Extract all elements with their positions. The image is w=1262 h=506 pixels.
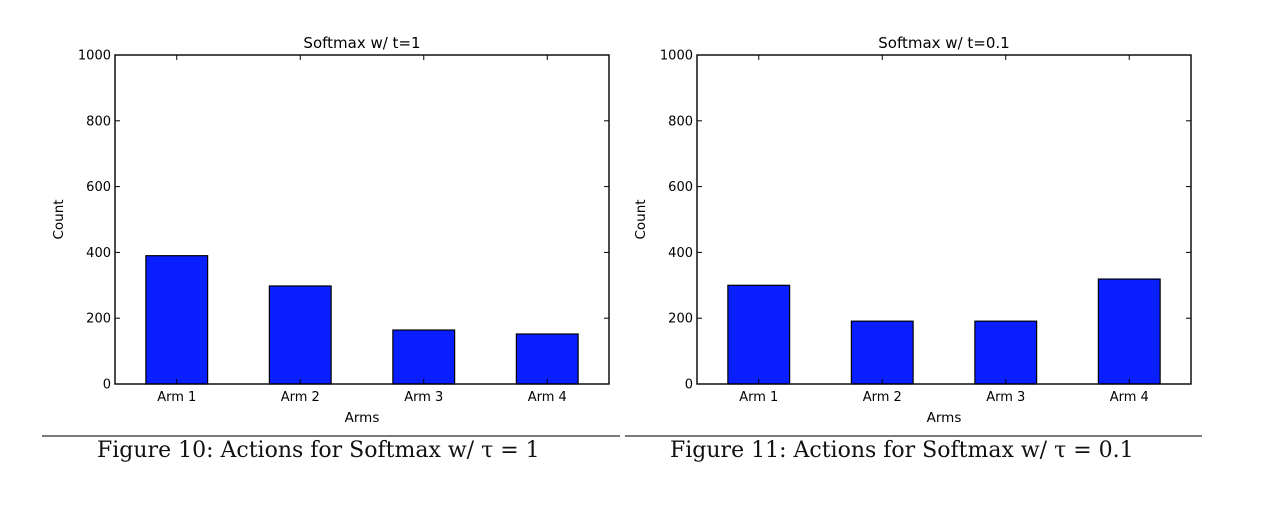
y-tick-label: 400	[86, 246, 111, 261]
bar-arm-2	[268, 285, 332, 385]
bar-arm-3	[974, 320, 1038, 385]
chart-panel-1: 0 200 400 600 800 1000 Arm 1 Arm 2 Arm 3 Arm 4 Sof…	[51, 34, 610, 426]
x-tick-label: Arm 4	[1110, 390, 1149, 405]
y-tick-label: 800	[668, 114, 693, 129]
bar-arm-4	[515, 333, 579, 385]
y-tick-label: 600	[668, 180, 693, 195]
y-tick-label: 1000	[660, 49, 693, 64]
bar-arm-1	[727, 284, 791, 385]
bar-arm-2	[850, 320, 914, 385]
y-tick-label: 1000	[78, 49, 111, 64]
y-tick-label: 400	[668, 246, 693, 261]
x-tick-label: Arm 2	[281, 390, 320, 405]
y-tick-label: 0	[685, 378, 693, 393]
x-tick-label: Arm 1	[157, 390, 196, 405]
x-tick-label: Arm 1	[739, 390, 778, 405]
x-tick-label: Arm 3	[986, 390, 1025, 405]
x-tick-label: Arm 2	[863, 390, 902, 405]
y-tick-label: 0	[103, 378, 111, 393]
y-axis-label: Count	[51, 199, 67, 239]
y-tick-label: 600	[86, 180, 111, 195]
x-axis-label: Arms	[927, 410, 962, 426]
x-tick-label: Arm 3	[404, 390, 443, 405]
figure-canvas: 0 200 400 600 800 1000 Arm 1 Arm 2 Arm 3 Arm 4 Sof…	[51, 34, 1192, 426]
x-tick-label: Arm 4	[528, 390, 567, 405]
figure-10-caption: Figure 10: Actions for Softmax w/ τ = 1	[97, 438, 540, 463]
caption-rule-2	[625, 435, 1202, 437]
figure-11-caption: Figure 11: Actions for Softmax w/ τ = 0.…	[670, 438, 1134, 463]
y-tick-label: 800	[86, 114, 111, 129]
caption-rule-1	[42, 435, 620, 437]
chart-panel-2: 0 200 400 600 800 1000 Arm 1 Arm 2 Arm 3 Arm 4 Sof…	[633, 34, 1192, 426]
y-tick-label: 200	[86, 312, 111, 327]
y-tick-label: 200	[668, 312, 693, 327]
chart-title: Softmax w/ t=1	[303, 34, 420, 52]
x-axis-label: Arms	[345, 410, 380, 426]
y-axis-label: Count	[633, 199, 649, 239]
bar-arm-1	[145, 255, 209, 385]
bar-arm-3	[392, 329, 456, 385]
bar-arm-4	[1097, 278, 1161, 385]
chart-title: Softmax w/ t=0.1	[878, 34, 1009, 52]
